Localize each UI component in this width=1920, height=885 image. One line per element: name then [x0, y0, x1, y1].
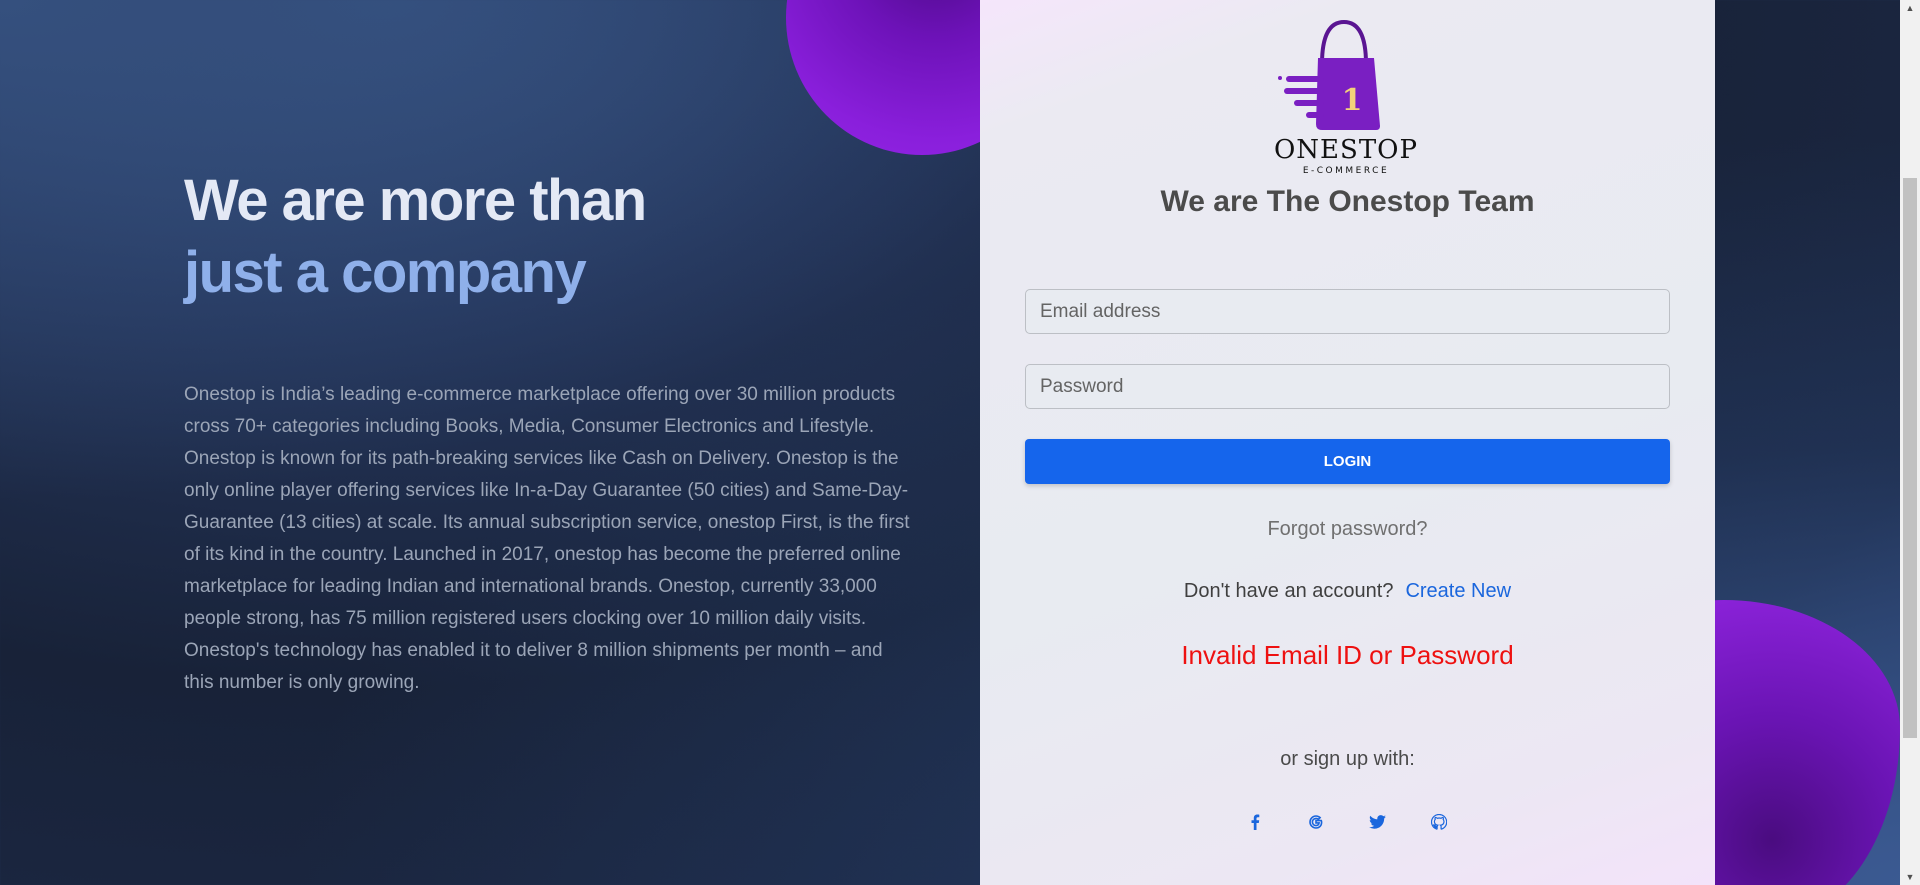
scrollbar-thumb[interactable] — [1903, 178, 1917, 738]
login-button[interactable]: LOGIN — [1025, 439, 1670, 484]
logo-badge-text: 1 — [1342, 83, 1363, 118]
scroll-down-arrow[interactable]: ▼ — [1900, 869, 1920, 885]
logo-brand-text: ONESTOP — [1274, 135, 1418, 165]
social-signup-label: or sign up with: — [1280, 748, 1415, 770]
login-heading: We are The Onestop Team — [1160, 185, 1535, 218]
google-button[interactable] — [1301, 807, 1331, 837]
twitter-icon — [1368, 815, 1386, 829]
logo-tagline-text: E-COMMERCE — [1303, 166, 1389, 176]
hero-section: We are more than just a company Onestop … — [184, 165, 924, 699]
onestop-logo: 1 ONESTOP E-COMMERCE — [1274, 19, 1418, 176]
facebook-icon — [1251, 814, 1260, 830]
create-new-link[interactable]: Create New — [1405, 580, 1511, 602]
hero-title-line1: We are more than — [184, 168, 647, 233]
error-message: Invalid Email ID or Password — [1181, 640, 1514, 670]
forgot-password-link[interactable]: Forgot password? — [1005, 518, 1690, 541]
github-button[interactable] — [1424, 807, 1454, 837]
github-icon — [1431, 814, 1447, 830]
facebook-button[interactable] — [1240, 807, 1270, 837]
scroll-up-arrow[interactable]: ▲ — [1900, 0, 1920, 16]
signup-row: Don't have an account? Create New — [1005, 580, 1690, 603]
email-field[interactable] — [1025, 289, 1670, 334]
password-field[interactable] — [1025, 364, 1670, 409]
hero-title: We are more than just a company — [184, 165, 924, 309]
hero-title-line2: just a company — [184, 240, 587, 305]
google-icon — [1309, 815, 1323, 829]
no-account-text: Don't have an account? — [1183, 580, 1394, 602]
hero-description: Onestop is India’s leading e-commerce ma… — [184, 384, 910, 693]
twitter-button[interactable] — [1362, 807, 1392, 837]
